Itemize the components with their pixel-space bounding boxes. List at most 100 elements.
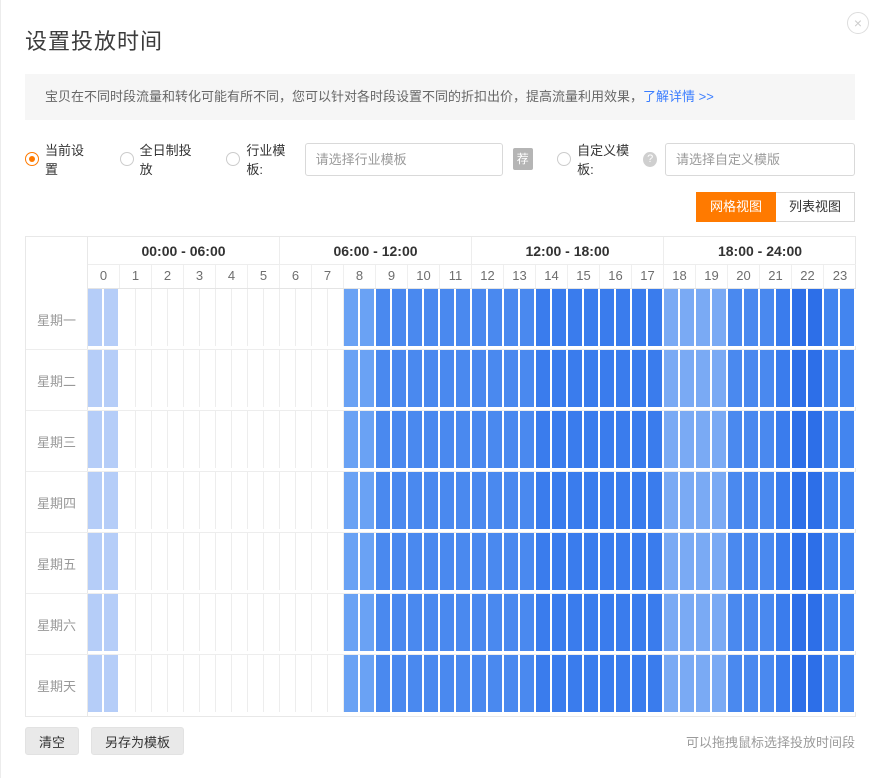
time-slot-cell[interactable] [456,655,472,712]
time-slot-cell[interactable] [632,594,648,651]
time-slot-cell[interactable] [824,472,840,529]
time-slot-cell[interactable] [744,289,760,346]
time-slot-cell[interactable] [88,411,104,468]
time-slot-cell[interactable] [680,594,696,651]
time-slot-cell[interactable] [168,289,184,346]
time-slot-cell[interactable] [600,594,616,651]
time-slot-cell[interactable] [88,533,104,590]
time-slot-cell[interactable] [840,350,856,407]
time-slot-cell[interactable] [408,655,424,712]
time-slot-cell[interactable] [392,472,408,529]
time-slot-cell[interactable] [312,594,328,651]
time-slot-cell[interactable] [296,350,312,407]
time-slot-cell[interactable] [488,289,504,346]
time-slot-cell[interactable] [680,472,696,529]
time-slot-cell[interactable] [840,411,856,468]
time-slot-cell[interactable] [792,472,808,529]
time-slot-cell[interactable] [504,411,520,468]
time-slot-cell[interactable] [744,472,760,529]
time-slot-cell[interactable] [360,289,376,346]
time-slot-cell[interactable] [264,289,280,346]
time-slot-cell[interactable] [296,472,312,529]
time-slot-cell[interactable] [136,655,152,712]
time-slot-cell[interactable] [376,472,392,529]
time-slot-cell[interactable] [344,655,360,712]
time-slot-cell[interactable] [728,472,744,529]
time-slot-cell[interactable] [184,594,200,651]
time-slot-cell[interactable] [248,533,264,590]
time-slot-cell[interactable] [664,289,680,346]
time-slot-cell[interactable] [744,411,760,468]
time-slot-cell[interactable] [472,350,488,407]
time-slot-cell[interactable] [568,411,584,468]
time-slot-cell[interactable] [360,533,376,590]
time-slot-cell[interactable] [552,594,568,651]
time-slot-cell[interactable] [824,289,840,346]
time-slot-cell[interactable] [664,411,680,468]
time-slot-cell[interactable] [584,289,600,346]
time-slot-cell[interactable] [232,655,248,712]
option-all-day[interactable]: 全日制投放 [120,140,199,178]
time-slot-cell[interactable] [584,350,600,407]
time-slot-cell[interactable] [280,533,296,590]
time-slot-cell[interactable] [536,655,552,712]
time-slot-cell[interactable] [440,350,456,407]
time-slot-cell[interactable] [760,350,776,407]
time-slot-cell[interactable] [472,594,488,651]
time-slot-cell[interactable] [408,289,424,346]
time-slot-cell[interactable] [408,350,424,407]
time-slot-cell[interactable] [392,533,408,590]
time-slot-cell[interactable] [104,289,120,346]
industry-template-input[interactable] [305,143,503,176]
time-slot-cell[interactable] [760,655,776,712]
time-slot-cell[interactable] [728,594,744,651]
time-slot-cell[interactable] [648,533,664,590]
time-slot-cell[interactable] [88,472,104,529]
time-slot-cell[interactable] [776,594,792,651]
time-slot-cell[interactable] [728,655,744,712]
time-slot-cell[interactable] [472,533,488,590]
time-slot-cell[interactable] [360,655,376,712]
time-slot-cell[interactable] [424,472,440,529]
time-slot-cell[interactable] [488,472,504,529]
time-slot-cell[interactable] [328,472,344,529]
time-slot-cell[interactable] [472,289,488,346]
time-slot-cell[interactable] [840,533,856,590]
time-slot-cell[interactable] [216,289,232,346]
time-slot-cell[interactable] [536,411,552,468]
time-slot-cell[interactable] [808,655,824,712]
time-slot-cell[interactable] [104,594,120,651]
time-slot-cell[interactable] [776,655,792,712]
time-slot-cell[interactable] [536,472,552,529]
time-slot-cell[interactable] [392,411,408,468]
time-slot-cell[interactable] [520,472,536,529]
time-slot-cell[interactable] [200,472,216,529]
time-slot-cell[interactable] [440,533,456,590]
time-slot-cell[interactable] [792,594,808,651]
time-slot-cell[interactable] [376,655,392,712]
time-slot-cell[interactable] [408,411,424,468]
time-slot-cell[interactable] [648,289,664,346]
time-slot-cell[interactable] [616,289,632,346]
time-slot-cell[interactable] [248,655,264,712]
time-slot-cell[interactable] [312,289,328,346]
time-slot-cell[interactable] [712,350,728,407]
time-slot-cell[interactable] [808,472,824,529]
time-slot-cell[interactable] [840,472,856,529]
time-slot-cell[interactable] [696,655,712,712]
time-slot-cell[interactable] [152,594,168,651]
time-slot-cell[interactable] [840,655,856,712]
time-slot-cell[interactable] [88,289,104,346]
time-slot-cell[interactable] [104,472,120,529]
time-slot-cell[interactable] [184,655,200,712]
time-slot-cell[interactable] [744,594,760,651]
time-slot-cell[interactable] [200,289,216,346]
time-slot-cell[interactable] [168,655,184,712]
time-slot-cell[interactable] [264,533,280,590]
time-slot-cell[interactable] [184,289,200,346]
time-slot-cell[interactable] [712,472,728,529]
time-slot-cell[interactable] [120,411,136,468]
time-slot-cell[interactable] [760,533,776,590]
time-slot-cell[interactable] [728,533,744,590]
time-slot-cell[interactable] [600,533,616,590]
